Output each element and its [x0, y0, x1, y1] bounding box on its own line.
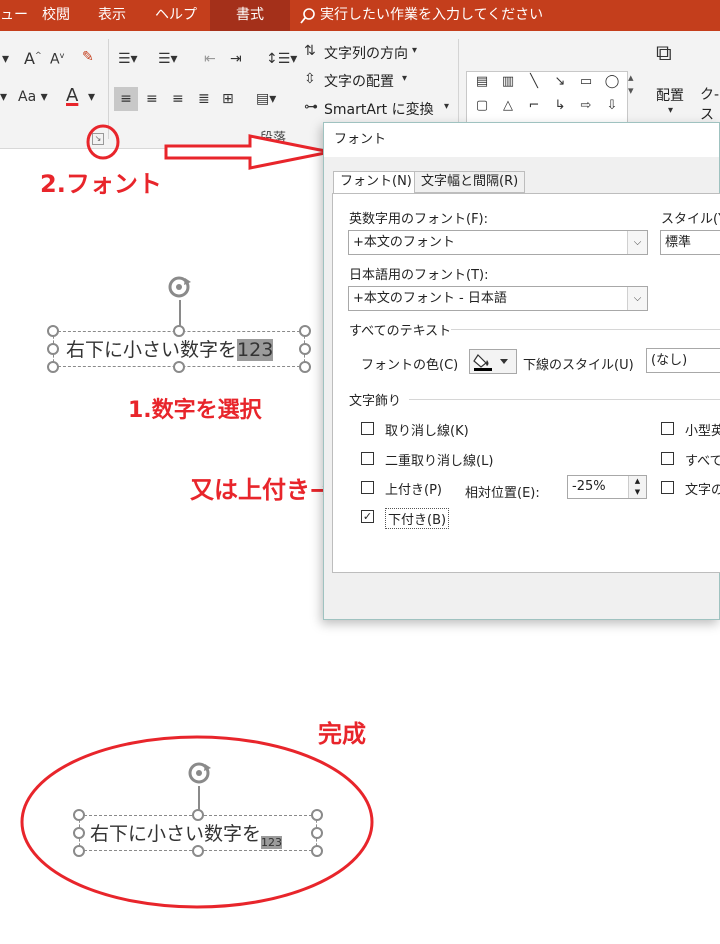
- chevron-down-icon: ⌵: [627, 231, 647, 254]
- equalize-checkbox[interactable]: [661, 481, 674, 494]
- resize-handle[interactable]: [311, 827, 323, 839]
- underline-style-select[interactable]: (なし): [646, 348, 720, 373]
- step2-label: 2.フォント: [40, 170, 162, 198]
- style-label: スタイル(Y: [661, 212, 720, 227]
- resize-handle[interactable]: [47, 361, 59, 373]
- arrow-to-dialog: [164, 134, 331, 170]
- resize-handle[interactable]: [73, 809, 85, 821]
- small-caps-label: 小型英: [685, 424, 720, 439]
- double-strike-checkbox[interactable]: [361, 452, 374, 465]
- equalize-label: 文字の: [685, 483, 720, 498]
- rotate-handle-icon[interactable]: [186, 760, 212, 786]
- resize-handle[interactable]: [311, 809, 323, 821]
- resize-handle[interactable]: [47, 325, 59, 337]
- style-select[interactable]: 標準: [660, 230, 720, 255]
- font-color-label: フォントの色(C): [361, 358, 459, 373]
- resize-handle[interactable]: [173, 325, 185, 337]
- all-caps-checkbox[interactable]: [661, 452, 674, 465]
- resize-handle[interactable]: [311, 845, 323, 857]
- rotate-handle-icon[interactable]: [166, 274, 192, 300]
- all-caps-label: すべて: [685, 454, 720, 469]
- offset-label: 相対位置(E):: [465, 486, 540, 501]
- divider: [451, 329, 720, 330]
- resize-handle[interactable]: [299, 325, 311, 337]
- resize-handle[interactable]: [192, 845, 204, 857]
- font-dialog: フォント フォント(N) 文字幅と間隔(R) 英数字用のフォント(F): スタイ…: [323, 122, 720, 620]
- small-caps-checkbox[interactable]: [661, 422, 674, 435]
- launcher-highlight-circle: [86, 124, 120, 160]
- alternative-label: 又は上付き→: [190, 476, 331, 504]
- tab-font[interactable]: フォント(N): [333, 171, 419, 195]
- offset-spinner[interactable]: -25% ▲ ▼: [567, 475, 647, 499]
- subscript-digits: 123: [261, 836, 283, 849]
- strikethrough-checkbox[interactable]: [361, 422, 374, 435]
- superscript-checkbox[interactable]: [361, 481, 374, 494]
- divider: [409, 399, 720, 400]
- dialog-title: フォント: [324, 123, 719, 157]
- asian-font-select[interactable]: +本文のフォント - 日本語 ⌵: [348, 286, 648, 311]
- paint-bucket-icon: [473, 354, 508, 371]
- resize-handle[interactable]: [47, 343, 59, 355]
- font-tab-panel: 英数字用のフォント(F): スタイル(Y +本文のフォント ⌵ 標準 日本語用のフ…: [332, 193, 720, 573]
- latin-font-label: 英数字用のフォント(F):: [349, 212, 489, 227]
- subscript-label: 下付き(B): [385, 508, 450, 529]
- tab-character-spacing[interactable]: 文字幅と間隔(R): [414, 171, 526, 193]
- spinner-arrows-icon[interactable]: ▲ ▼: [628, 476, 646, 498]
- step1-label: 1.数字を選択: [128, 398, 262, 423]
- all-text-section: すべてのテキスト: [349, 324, 452, 339]
- resize-handle[interactable]: [299, 343, 311, 355]
- font-color-picker[interactable]: [469, 349, 517, 374]
- effects-section: 文字飾り: [349, 394, 402, 409]
- strikethrough-label: 取り消し線(K): [385, 424, 469, 439]
- subscript-checkbox[interactable]: ✓: [361, 510, 374, 523]
- resize-handle[interactable]: [192, 809, 204, 821]
- superscript-label: 上付き(P): [385, 483, 442, 498]
- latin-font-select[interactable]: +本文のフォント ⌵: [348, 230, 648, 255]
- rotate-stem: [179, 300, 181, 326]
- selected-digits: 123: [237, 339, 274, 361]
- resize-handle[interactable]: [299, 361, 311, 373]
- resize-handle[interactable]: [173, 361, 185, 373]
- resize-handle[interactable]: [73, 827, 85, 839]
- asian-font-label: 日本語用のフォント(T):: [349, 268, 489, 283]
- done-label: 完成: [318, 720, 366, 748]
- chevron-down-icon: ⌵: [627, 287, 647, 310]
- resize-handle[interactable]: [73, 845, 85, 857]
- underline-style-label: 下線のスタイル(U): [523, 358, 634, 373]
- double-strike-label: 二重取り消し線(L): [385, 454, 494, 469]
